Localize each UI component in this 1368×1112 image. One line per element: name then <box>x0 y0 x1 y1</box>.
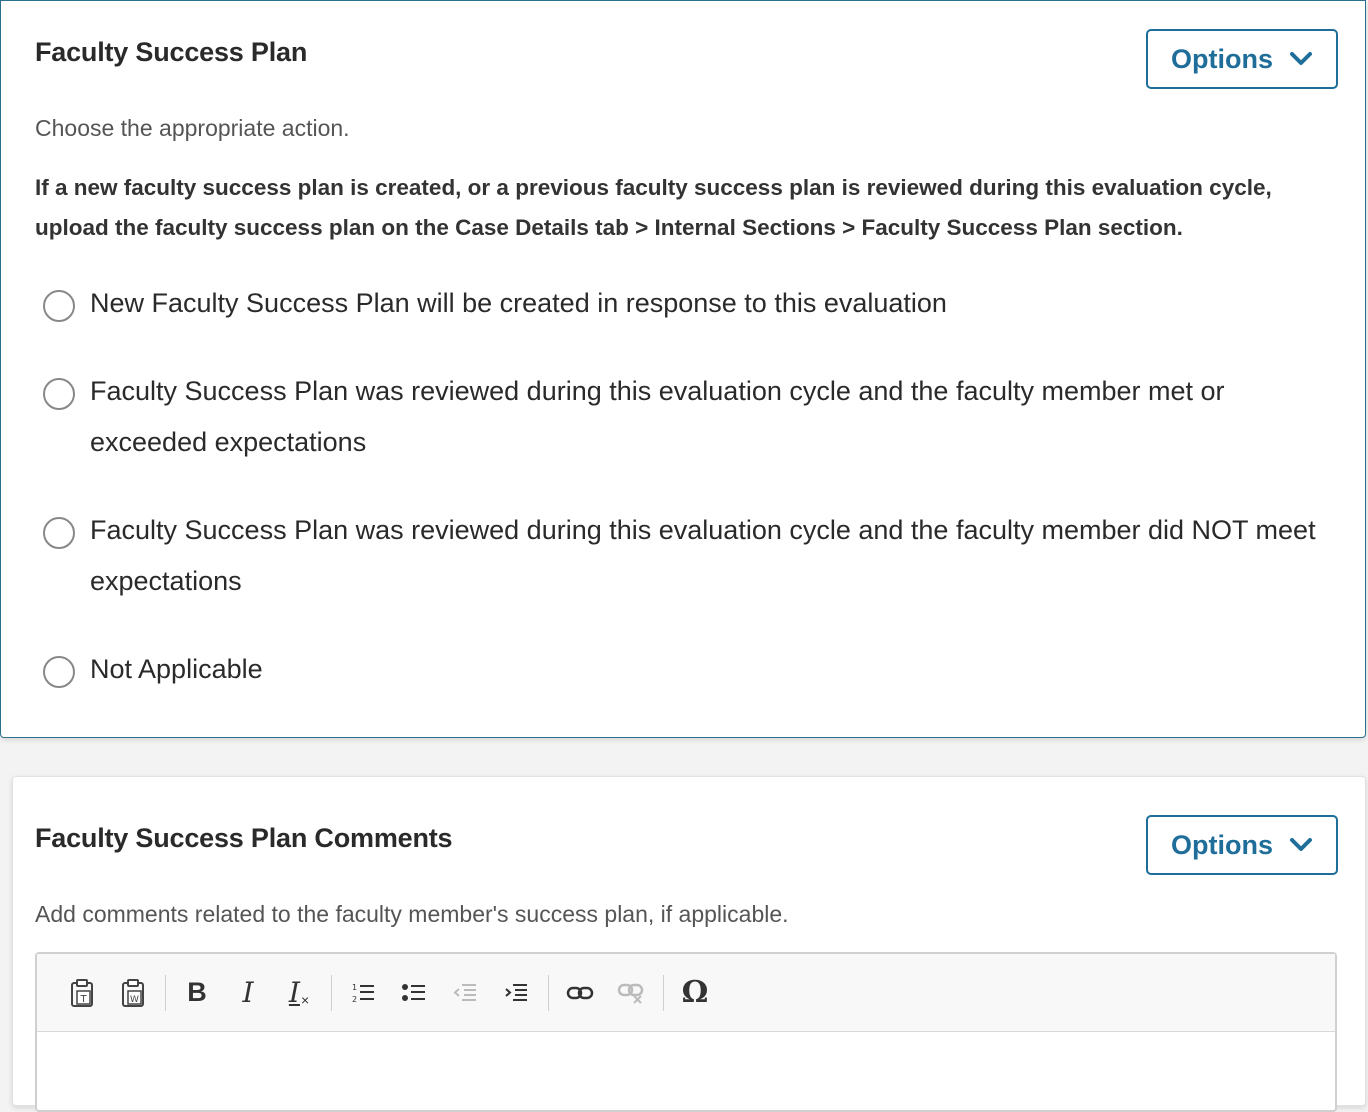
chevron-down-icon <box>1290 838 1312 851</box>
remove-format-icon[interactable]: I × <box>280 973 318 1013</box>
radio-label: Faculty Success Plan was reviewed during… <box>90 515 1316 596</box>
editor-content-area[interactable] <box>37 1032 1335 1112</box>
options-button[interactable]: Options <box>1146 29 1338 89</box>
radio-button[interactable] <box>43 517 75 549</box>
faculty-success-plan-comments-card: Faculty Success Plan Comments Options Ad… <box>12 776 1366 1112</box>
options-label: Options <box>1171 829 1273 860</box>
svg-text:T: T <box>79 994 87 1005</box>
helper-text: Add comments related to the faculty memb… <box>35 901 789 927</box>
bold-icon[interactable]: B <box>178 973 216 1013</box>
options-label: Options <box>1171 43 1273 74</box>
paste-word-icon[interactable]: W <box>114 973 152 1013</box>
toolbar-separator <box>165 974 166 1011</box>
radio-button[interactable] <box>43 656 75 688</box>
radio-label: Not Applicable <box>90 654 263 684</box>
radio-option-met-expectations[interactable]: Faculty Success Plan was reviewed during… <box>43 371 1333 468</box>
bulleted-list-icon[interactable] <box>395 973 433 1013</box>
svg-text:W: W <box>130 995 139 1005</box>
section-title: Faculty Success Plan Comments <box>35 823 453 853</box>
options-button[interactable]: Options <box>1146 815 1338 875</box>
radio-option-not-met-expectations[interactable]: Faculty Success Plan was reviewed during… <box>43 510 1333 607</box>
section-title: Faculty Success Plan <box>35 37 308 67</box>
radio-label: Faculty Success Plan was reviewed during… <box>90 376 1225 457</box>
editor-toolbar: T W B I I × 12 Ω <box>37 954 1335 1032</box>
paste-text-icon[interactable]: T <box>63 973 101 1013</box>
unlink-icon[interactable] <box>612 973 650 1013</box>
chevron-down-icon <box>1290 52 1312 65</box>
link-icon[interactable] <box>561 973 599 1013</box>
instructions-text: If a new faculty success plan is created… <box>35 175 1272 240</box>
toolbar-separator <box>331 974 332 1011</box>
radio-label: New Faculty Success Plan will be created… <box>90 288 947 318</box>
svg-text:1: 1 <box>352 983 357 992</box>
indent-icon[interactable] <box>497 973 535 1013</box>
rich-text-editor[interactable]: T W B I I × 12 Ω <box>35 952 1337 1112</box>
italic-icon[interactable]: I <box>229 973 267 1013</box>
radio-option-new-plan[interactable]: New Faculty Success Plan will be created… <box>43 283 1333 329</box>
outdent-icon[interactable] <box>446 973 484 1013</box>
toolbar-separator <box>663 974 664 1011</box>
svg-text:2: 2 <box>352 995 357 1004</box>
radio-button[interactable] <box>43 290 75 322</box>
helper-text: Choose the appropriate action. <box>35 115 350 141</box>
numbered-list-icon[interactable]: 12 <box>344 973 382 1013</box>
faculty-success-plan-card: Faculty Success Plan Options Choose the … <box>0 0 1366 738</box>
toolbar-separator <box>548 974 549 1011</box>
radio-button[interactable] <box>43 378 75 410</box>
special-character-icon[interactable]: Ω <box>676 973 714 1013</box>
radio-option-not-applicable[interactable]: Not Applicable <box>43 649 1333 695</box>
